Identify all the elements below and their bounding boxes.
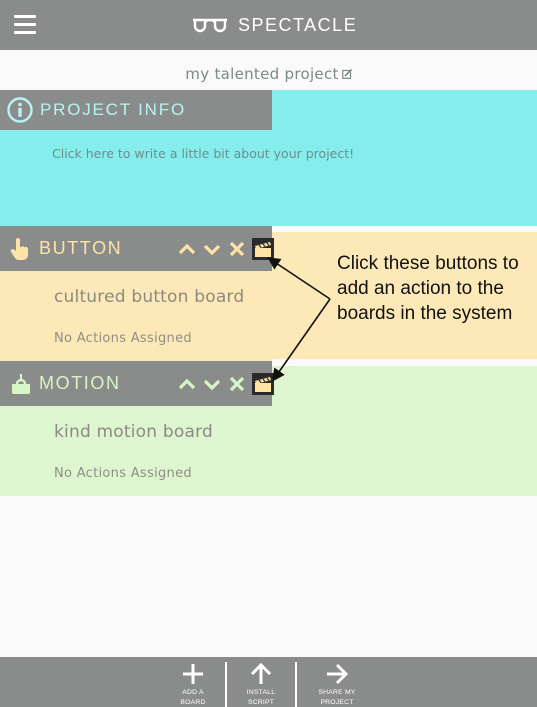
brand: SPECTACLE — [192, 12, 357, 38]
plus-icon — [183, 664, 203, 684]
board-name[interactable]: cultured button board — [54, 287, 244, 307]
app-bar: SPECTACLE — [0, 0, 537, 50]
bottom-toolbar: ADD A BOARD INSTALL SCRIPT SHARE MY PROJ… — [0, 657, 537, 707]
install-script-button[interactable]: INSTALL SCRIPT — [228, 657, 294, 707]
project-title-text: my talented project — [185, 65, 339, 83]
share-project-label: SHARE MY PROJECT — [318, 689, 356, 706]
board-actions-status: No Actions Assigned — [54, 466, 192, 481]
board-type-label: BUTTON — [39, 238, 123, 258]
add-board-button[interactable]: ADD A BOARD — [160, 657, 226, 707]
board-controls — [176, 361, 274, 406]
move-up-icon[interactable] — [176, 373, 198, 395]
hamburger-menu-icon[interactable] — [14, 15, 36, 35]
callout-text: Click these buttons to add an action to … — [337, 253, 519, 324]
project-info-description[interactable]: Click here to write a little bit about y… — [52, 146, 354, 161]
move-down-icon[interactable] — [201, 373, 223, 395]
board-controls — [176, 226, 274, 271]
arrow-up-icon — [250, 662, 272, 684]
pointing-hand-icon — [10, 237, 28, 260]
delete-board-icon[interactable] — [226, 373, 248, 395]
add-board-label: ADD A BOARD — [180, 689, 206, 706]
project-info-heading: PROJECT INFO — [40, 100, 186, 119]
project-title[interactable]: my talented project — [185, 65, 352, 83]
spectacles-logo-icon — [193, 18, 227, 33]
info-icon — [7, 97, 33, 123]
callout-top-band — [272, 226, 537, 232]
callout-arrows — [267, 257, 331, 382]
board-name[interactable]: kind motion board — [54, 422, 213, 442]
share-project-button[interactable]: SHARE MY PROJECT — [304, 657, 370, 707]
arrow-right-icon — [327, 663, 349, 685]
project-title-row: my talented project — [0, 50, 537, 90]
install-script-label: INSTALL SCRIPT — [246, 689, 276, 706]
toolbar-divider — [225, 662, 227, 707]
board-actions-status: No Actions Assigned — [54, 331, 192, 346]
move-up-icon[interactable] — [176, 238, 198, 260]
edit-icon[interactable] — [341, 69, 352, 79]
motion-sensor-icon — [12, 373, 30, 394]
project-info-section: PROJECT INFO Click here to write a littl… — [0, 90, 537, 226]
move-down-icon[interactable] — [201, 238, 223, 260]
toolbar-divider — [295, 662, 297, 707]
brand-name: SPECTACLE — [238, 14, 358, 35]
delete-board-icon[interactable] — [226, 238, 248, 260]
project-info-header: PROJECT INFO — [0, 90, 272, 130]
board-type-label: MOTION — [39, 373, 121, 393]
